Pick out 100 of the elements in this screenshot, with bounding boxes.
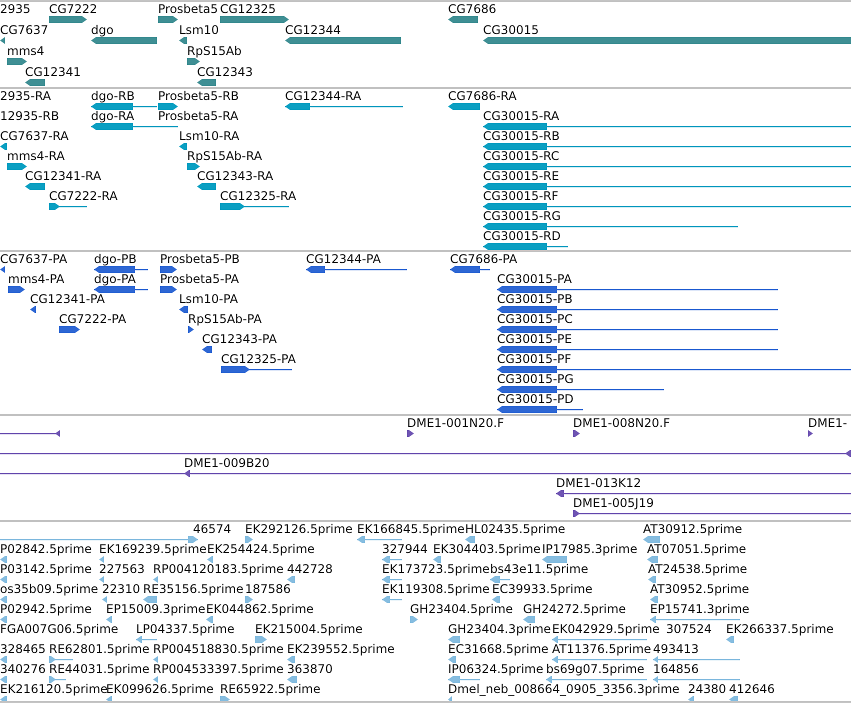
feature-label: 24380 [688, 683, 726, 696]
feature-label: RE65922.5prime [220, 683, 320, 696]
feature-label: EC39933.5prime [492, 583, 593, 596]
feature-label: EK239552.5prime [287, 643, 395, 656]
feature-label: RpS15Ab [187, 45, 242, 58]
feature-label: CG7637 [0, 24, 48, 37]
feature-label: 12935-RB [0, 110, 60, 124]
feature-label: DME1- [808, 417, 848, 430]
feature-label: RpS15Ab-RA [187, 150, 262, 164]
feature-label: CG30015-PE [497, 333, 572, 346]
feature-label: DME1-009B20 [184, 457, 270, 470]
feature-label: GH23404.5prime [410, 603, 513, 616]
feature-label: LP04337.5prime [136, 623, 235, 636]
feature-label: os35b09.5prime [0, 583, 98, 596]
feature-label: Prosbeta5 [158, 3, 218, 16]
feature-label: dgo-PB [94, 253, 137, 266]
feature-label: CG12343-PA [202, 333, 277, 346]
feature-label: CG12344 [285, 24, 341, 37]
feature-label: Prosbeta5-RB [158, 90, 239, 104]
feature-label: CG7686-PA [450, 253, 518, 266]
feature-label: 328465 [0, 643, 46, 656]
feature-label: EK169239.5prime [99, 543, 207, 556]
feature-label: CG7222-RA [49, 190, 118, 204]
feature-label: CG7222-PA [59, 313, 126, 326]
feature-label: EK173723.5prime [382, 563, 490, 576]
feature-label: CG7222 [49, 3, 98, 16]
feature-label: dgo-PA [94, 273, 136, 286]
feature-label: RP004518830.5prime [153, 643, 284, 656]
feature-label: 2935-RA [0, 90, 51, 104]
feature-label: 227563 [99, 563, 145, 576]
feature-label: Prosbeta5-PB [160, 253, 240, 266]
feature-label: mms4-RA [7, 150, 65, 164]
feature-label: 340276 [0, 663, 46, 676]
feature-label: P02942.5prime [0, 603, 92, 616]
feature-label: dgo [91, 24, 114, 37]
feature-label: AT30912.5prime [643, 523, 742, 536]
feature-label: CG7686-RA [448, 90, 517, 104]
feature-label: FGA007G06.5prime [0, 623, 118, 636]
feature-label: EP15009.3prime [106, 603, 206, 616]
feature-label: CG30015-PA [497, 273, 572, 286]
feature-label: CG12325 [220, 3, 276, 16]
feature-label: P03142.5prime [0, 563, 92, 576]
feature-label: CG30015-PF [497, 353, 572, 366]
feature-label: 187586 [245, 583, 291, 596]
feature-label: CG12325-RA [220, 190, 296, 204]
feature-label: AT11376.5prime [552, 643, 652, 656]
feature-label: Dmel_neb_008664_0905_3356.3prime [448, 683, 680, 696]
feature-label: EK292126.5prime [245, 523, 353, 536]
feature-label: 307524 [666, 623, 712, 636]
feature-label: AT24538.5prime [648, 563, 748, 576]
feature-label: bs69g07.5prime [546, 663, 644, 676]
feature-label: RP004120183.5prime [153, 563, 284, 576]
feature-label: EK119308.5prime [382, 583, 490, 596]
feature-label: CG30015-RE [483, 170, 560, 184]
feature-label: 442728 [287, 563, 333, 576]
feature-label: mms4 [7, 45, 44, 58]
feature-label: GH24272.5prime [523, 603, 626, 616]
feature-label: CG12344-RA [285, 90, 362, 104]
feature-label: CG30015-RC [483, 150, 560, 164]
feature-label: 493413 [653, 643, 699, 656]
feature-label: EK044862.5prime [206, 603, 314, 616]
feature-label: Lsm10-PA [179, 293, 238, 306]
feature-label: CG12341-PA [30, 293, 105, 306]
feature-label: IP17985.3prime [542, 543, 638, 556]
feature-label: EK216120.5prime [0, 683, 108, 696]
feature-label: EK215004.5prime [255, 623, 363, 636]
feature-label: 412646 [729, 683, 775, 696]
feature-label: dgo-RB [91, 90, 135, 104]
feature-label: CG30015-PD [497, 393, 574, 406]
feature-label: GH23404.3prime [448, 623, 551, 636]
feature-label: CG30015-RG [483, 210, 561, 224]
feature-label: 327944 [382, 543, 428, 556]
feature-label: 363870 [287, 663, 333, 676]
feature-label: CG12344-PA [306, 253, 381, 266]
feature-label: EK304403.5prime [433, 543, 541, 556]
feature-label: HL02435.5prime [465, 523, 566, 536]
feature-label: mms4-PA [8, 273, 64, 286]
feature-label: CG30015 [483, 24, 539, 37]
feature-label: IP06324.5prime [448, 663, 544, 676]
feature-label: EK266337.5prime [726, 623, 834, 636]
feature-label: CG30015-RF [483, 190, 558, 204]
feature-label: Prosbeta5-RA [158, 110, 238, 124]
feature-label: CG7637-PA [0, 253, 68, 266]
feature-label: EP15741.3prime [650, 603, 750, 616]
feature-label: EK254424.5prime [207, 543, 315, 556]
feature-label: Lsm10 [179, 24, 219, 37]
feature-label: 164856 [653, 663, 699, 676]
feature-label: CG12341 [25, 66, 81, 79]
feature-label: CG30015-RA [483, 110, 560, 124]
feature-label: RE62801.5prime [49, 643, 150, 656]
feature-label: AT07051.5prime [647, 543, 746, 556]
feature-label: CG7686 [448, 3, 496, 16]
feature-label: EK099626.5prime [106, 683, 214, 696]
feature-label: 46574 [193, 523, 232, 536]
feature-label: CG12343-RA [197, 170, 274, 184]
feature-label: DME1-005J19 [573, 497, 654, 510]
feature-label: DME1-008N20.F [573, 417, 670, 430]
feature-label: CG12343 [197, 66, 253, 79]
feature-label: DME1-013K12 [556, 477, 642, 490]
feature-label: RE35156.5prime [143, 583, 244, 596]
